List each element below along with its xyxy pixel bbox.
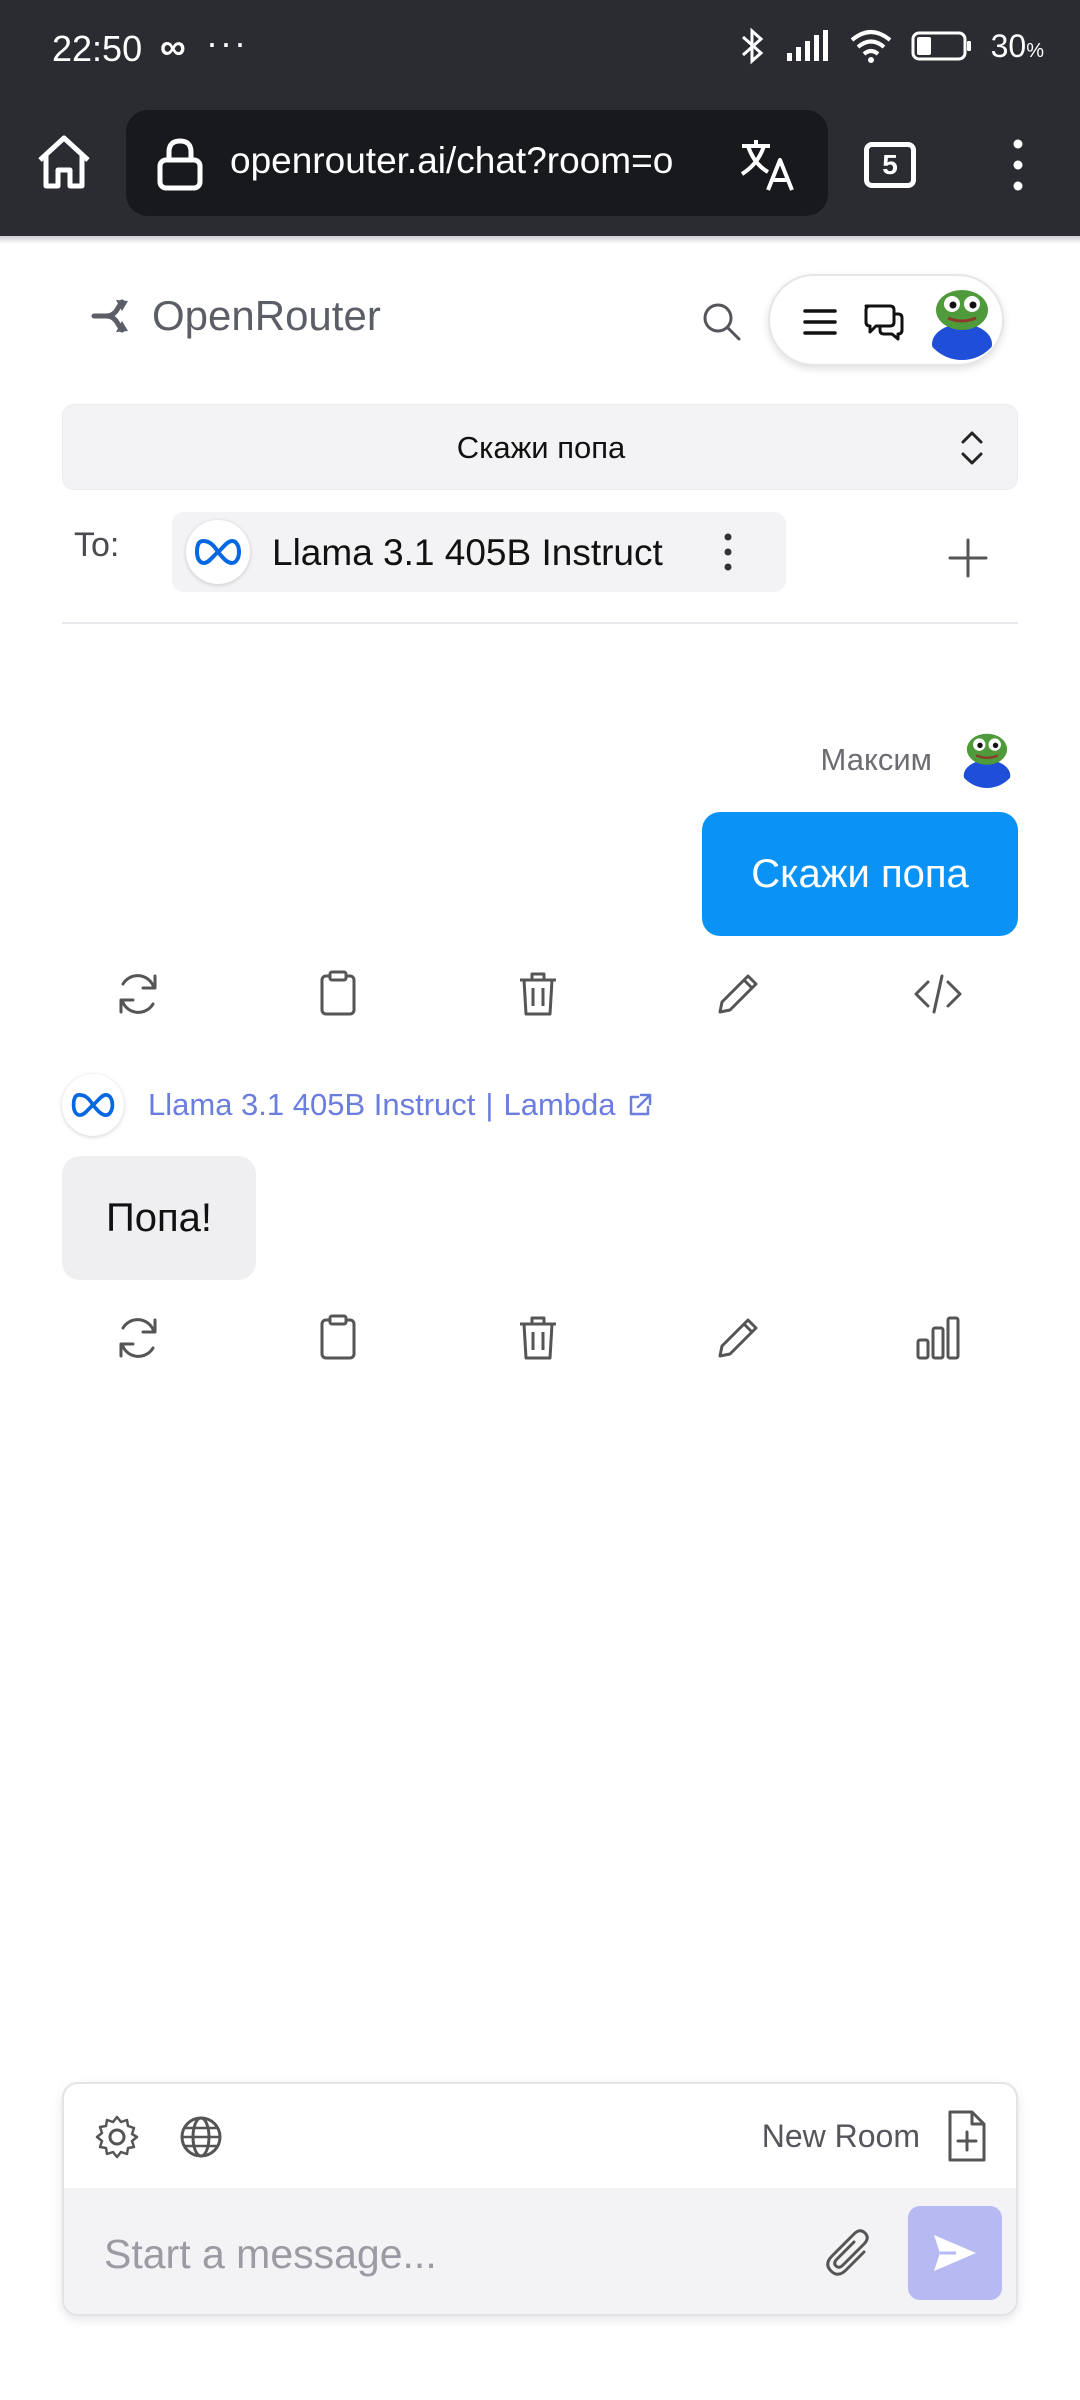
wifi-icon [850,30,891,63]
battery-icon [911,31,971,61]
kebab-menu-icon[interactable] [1000,134,1036,196]
search-icon[interactable] [700,300,742,342]
user-name: Максим [820,742,932,777]
signal-icon [786,30,828,61]
loop-icon: ∞ [160,26,186,67]
assistant-message-bubble: Попа! [62,1156,256,1280]
meta-logo-icon [195,539,241,565]
meta-logo-icon [71,1093,115,1117]
globe-icon[interactable] [178,2114,224,2160]
bluetooth-icon [741,27,763,65]
message-input-area [64,2188,1016,2314]
trash-icon[interactable] [512,968,564,1020]
assistant-model-link[interactable]: Llama 3.1 405B Instruct | Lambda [148,1087,654,1123]
pencil-icon[interactable] [712,968,764,1020]
new-room-button[interactable]: New Room [762,2118,920,2155]
url-fade [686,130,726,196]
openrouter-logo[interactable]: OpenRouter [90,292,381,340]
add-model-icon[interactable] [946,536,990,580]
user-message-bubble: Скажи попа [702,812,1018,936]
clipboard-icon[interactable] [312,968,364,1020]
lock-icon [157,138,203,191]
hamburger-icon[interactable] [802,304,838,340]
meta-separator: | [485,1087,494,1122]
model-options-icon[interactable] [720,530,736,574]
browser-toolbar: openrouter.ai/chat?room=o 5 [0,110,1080,218]
tab-count-button[interactable]: 5 [864,142,916,188]
external-link-icon [629,1093,651,1116]
more-notifications-icon: ··· [206,22,248,63]
browser-chrome: 22:50 ∞ ··· 30% openrouter.ai/chat?room=… [0,0,1080,236]
file-plus-icon[interactable] [944,2108,990,2164]
chevron-up-down-icon [961,431,983,465]
openrouter-logo-icon [91,299,128,333]
code-icon[interactable] [912,968,964,1020]
battery-percent: 30% [990,27,1044,64]
clipboard-icon[interactable] [312,1312,364,1364]
send-icon [934,2235,976,2271]
trash-icon[interactable] [512,1312,564,1364]
user-message-actions [100,968,980,1028]
send-button[interactable] [908,2206,1002,2300]
header-divider [62,622,1018,624]
meta-logo-badge [186,520,250,584]
logo-text: OpenRouter [152,292,381,339]
pencil-icon[interactable] [712,1312,764,1364]
user-avatar [956,726,1018,788]
room-selector[interactable]: Скажи попа [62,404,1018,490]
message-composer: New Room [62,2082,1018,2316]
assistant-message-header: Llama 3.1 405B Instruct | Lambda [62,1074,654,1136]
header-menu-pill [768,274,1004,366]
user-avatar-header[interactable] [922,280,1002,360]
message-input[interactable] [104,2226,784,2282]
chrome-shadow [0,236,1080,244]
refresh-icon[interactable] [112,968,164,1020]
meta-logo-badge [62,1074,124,1136]
gear-icon[interactable] [94,2114,140,2160]
assistant-model-name: Llama 3.1 405B Instruct [148,1087,476,1122]
status-icons: 30% [739,26,1044,66]
model-chip-name: Llama 3.1 405B Instruct [272,532,663,573]
chat-bubbles-icon[interactable] [862,300,906,344]
address-bar[interactable]: openrouter.ai/chat?room=o [126,110,828,216]
translate-icon[interactable] [736,132,802,198]
refresh-icon[interactable] [112,1312,164,1364]
home-icon[interactable] [32,130,96,194]
bar-chart-icon[interactable] [912,1312,964,1364]
model-chip[interactable]: Llama 3.1 405B Instruct [172,512,786,592]
to-label: To: [74,526,120,564]
paperclip-icon[interactable] [824,2228,874,2282]
status-bar: 22:50 ∞ ··· 30% [0,0,1080,100]
status-time: 22:50 [52,28,143,69]
url-text: openrouter.ai/chat?room=o [230,140,674,181]
assistant-message-actions [100,1312,980,1372]
assistant-provider: Lambda [503,1087,616,1122]
room-title: Скажи попа [456,430,626,465]
